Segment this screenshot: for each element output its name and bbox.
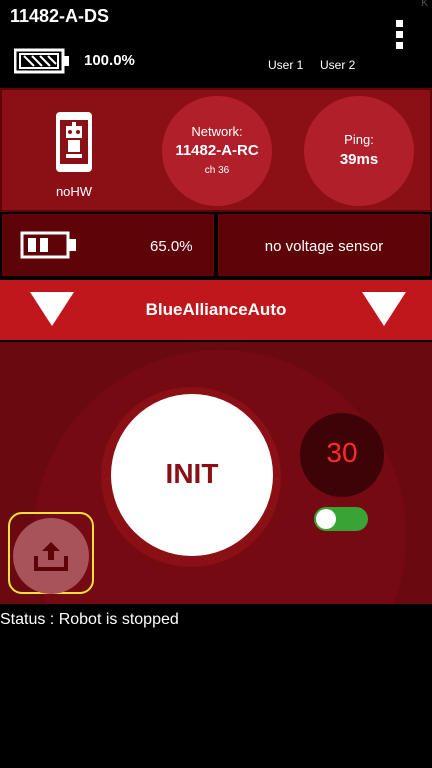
upload-icon[interactable]	[32, 538, 70, 579]
timer-toggle-knob[interactable]	[316, 509, 336, 529]
voltage-sensor-text: no voltage sensor	[264, 238, 384, 255]
network-name: 11482-A-RC	[175, 142, 259, 159]
robot-phone-icon	[54, 110, 94, 179]
init-label[interactable]: INIT	[111, 458, 273, 490]
autonomous-dropdown-icon[interactable]	[30, 292, 74, 326]
battery-full-icon	[13, 48, 70, 79]
user-1-label: User 1	[268, 58, 304, 72]
opmode-name[interactable]: BlueAllianceAuto	[100, 300, 332, 320]
app-title: 11482-A-DS	[10, 6, 110, 26]
battery-low-icon	[20, 230, 78, 265]
teleop-dropdown-icon[interactable]	[362, 292, 406, 326]
ds-battery-percent: 100.0%	[84, 52, 135, 69]
timer-value[interactable]: 30	[300, 437, 384, 469]
network-label: Network:	[191, 124, 243, 139]
corner-mark: K	[421, 0, 428, 9]
user-2-label: User 2	[320, 58, 356, 72]
ping-label: Ping:	[344, 132, 374, 147]
network-channel: ch 36	[204, 165, 230, 176]
ping-value: 39ms	[339, 151, 379, 168]
robot-battery-percent: 65.0%	[150, 238, 193, 255]
robot-name-label: noHW	[55, 184, 93, 199]
overflow-menu-icon[interactable]	[393, 20, 405, 60]
status-text: Status : Robot is stopped	[0, 611, 179, 628]
